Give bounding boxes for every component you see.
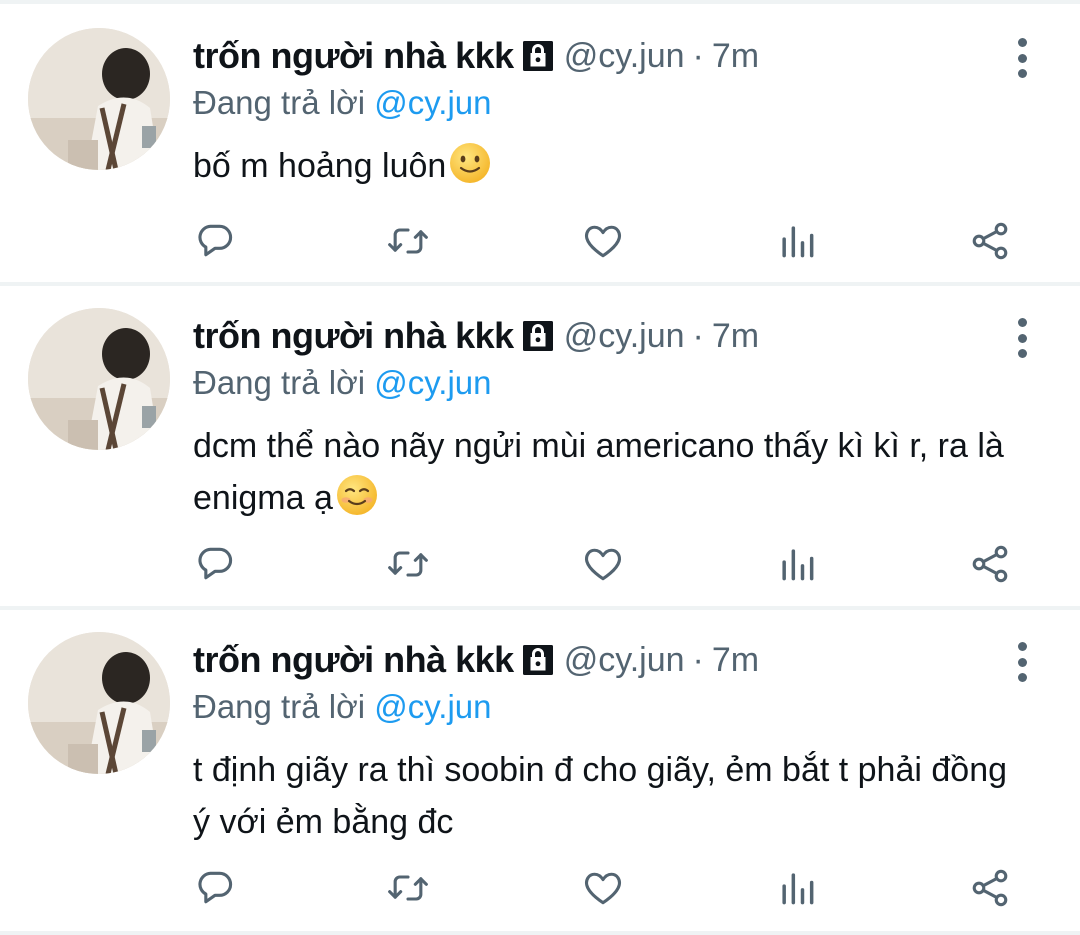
replying-to: Đang trả lời @cy.jun bbox=[193, 688, 491, 726]
smiling-face-icon bbox=[335, 473, 379, 517]
reply-prefix: Đang trả lời bbox=[193, 364, 366, 401]
separator-dot: · bbox=[692, 640, 704, 679]
tweet-header: trốn người nhà kkk @cy.jun · 7m bbox=[193, 308, 759, 364]
share-icon[interactable] bbox=[966, 217, 1014, 265]
mention-link[interactable]: @cy.jun bbox=[374, 364, 491, 401]
lock-icon bbox=[520, 642, 556, 678]
heart-icon[interactable] bbox=[579, 540, 627, 588]
slightly-smiling-face-icon bbox=[448, 141, 492, 185]
user-handle[interactable]: @cy.jun bbox=[564, 37, 685, 76]
more-vertical-icon[interactable] bbox=[1006, 318, 1038, 358]
replying-to: Đang trả lời @cy.jun bbox=[193, 364, 491, 402]
bottom-divider bbox=[0, 931, 1080, 935]
display-name[interactable]: trốn người nhà kkk bbox=[193, 315, 514, 357]
tweet-text: dcm thể nào nãy ngửi mùi americano thấy … bbox=[193, 420, 1033, 524]
tweet[interactable]: trốn người nhà kkk @cy.jun · 7m Đang trả… bbox=[0, 308, 1080, 606]
tweet[interactable]: trốn người nhà kkk @cy.jun · 7m Đang trả… bbox=[0, 632, 1080, 932]
tweet-text: t định giãy ra thì soobin đ cho giãy, ẻm… bbox=[193, 744, 1033, 848]
more-vertical-icon[interactable] bbox=[1006, 38, 1038, 78]
lock-icon bbox=[520, 38, 556, 74]
timestamp[interactable]: 7m bbox=[712, 37, 759, 76]
reply-icon[interactable] bbox=[191, 540, 239, 588]
mention-link[interactable]: @cy.jun bbox=[374, 84, 491, 121]
tweet-actions bbox=[0, 864, 1080, 912]
views-icon[interactable] bbox=[773, 540, 821, 588]
tweet-text: bố m hoảng luôn bbox=[193, 140, 1043, 192]
more-vertical-icon[interactable] bbox=[1006, 642, 1038, 682]
timestamp[interactable]: 7m bbox=[712, 317, 759, 356]
heart-icon[interactable] bbox=[579, 217, 627, 265]
reply-prefix: Đang trả lời bbox=[193, 84, 366, 121]
avatar[interactable] bbox=[28, 632, 170, 774]
views-icon[interactable] bbox=[773, 864, 821, 912]
share-icon[interactable] bbox=[966, 540, 1014, 588]
heart-icon[interactable] bbox=[579, 864, 627, 912]
user-handle[interactable]: @cy.jun bbox=[564, 641, 685, 680]
separator-dot: · bbox=[692, 316, 704, 355]
views-icon[interactable] bbox=[773, 217, 821, 265]
tweet-actions bbox=[0, 540, 1080, 588]
separator-dot: · bbox=[692, 36, 704, 75]
tweet-text-content: t định giãy ra thì soobin đ cho giãy, ẻm… bbox=[193, 751, 1008, 841]
tweet-divider bbox=[0, 606, 1080, 610]
share-icon[interactable] bbox=[966, 864, 1014, 912]
tweet-text-content: dcm thể nào nãy ngửi mùi americano thấy … bbox=[193, 427, 1004, 517]
lock-icon bbox=[520, 318, 556, 354]
reply-prefix: Đang trả lời bbox=[193, 688, 366, 725]
reply-icon[interactable] bbox=[191, 864, 239, 912]
avatar[interactable] bbox=[28, 28, 170, 170]
tweet[interactable]: trốn người nhà kkk @cy.jun · 7m Đang trả… bbox=[0, 28, 1080, 282]
tweet-header: trốn người nhà kkk @cy.jun · 7m bbox=[193, 28, 759, 84]
display-name[interactable]: trốn người nhà kkk bbox=[193, 35, 514, 77]
retweet-icon[interactable] bbox=[384, 864, 432, 912]
replying-to: Đang trả lời @cy.jun bbox=[193, 84, 491, 122]
user-handle[interactable]: @cy.jun bbox=[564, 317, 685, 356]
avatar[interactable] bbox=[28, 308, 170, 450]
tweet-header: trốn người nhà kkk @cy.jun · 7m bbox=[193, 632, 759, 688]
retweet-icon[interactable] bbox=[384, 217, 432, 265]
retweet-icon[interactable] bbox=[384, 540, 432, 588]
tweet-text-content: bố m hoảng luôn bbox=[193, 147, 447, 185]
timestamp[interactable]: 7m bbox=[712, 641, 759, 680]
tweet-divider bbox=[0, 282, 1080, 286]
reply-icon[interactable] bbox=[191, 217, 239, 265]
display-name[interactable]: trốn người nhà kkk bbox=[193, 639, 514, 681]
tweet-actions bbox=[0, 217, 1080, 265]
top-divider bbox=[0, 0, 1080, 4]
mention-link[interactable]: @cy.jun bbox=[374, 688, 491, 725]
